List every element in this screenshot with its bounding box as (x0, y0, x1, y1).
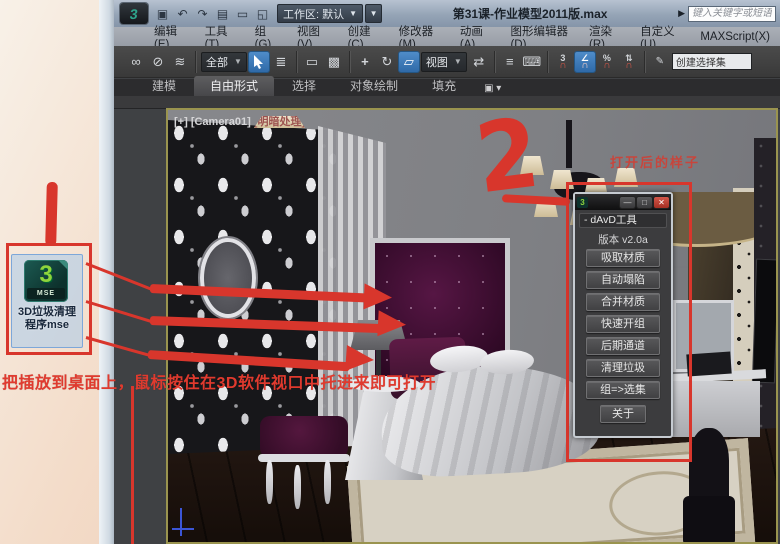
pick-material-button[interactable]: 吸取材质 (586, 249, 660, 267)
chandelier-stem (566, 120, 572, 168)
auto-collapse-button[interactable]: 自动塌陷 (586, 271, 660, 289)
annotation-arrow-head (363, 283, 393, 311)
bench-leg (294, 465, 301, 509)
davd-rollout-header[interactable]: - dAvD工具 (579, 213, 667, 228)
main-toolbar: ∞ ⊘ ≋ 全部 ▼ ≣ ▭ ▩ + ↻ ▱ 视图 ▼ ⇄ ≡ ⌨ 3 ∩ ∠ … (114, 46, 780, 78)
project-folder-icon[interactable]: ▤ (214, 5, 231, 22)
minimize-icon[interactable]: — (620, 196, 635, 208)
annotation-tip-text: 把插放到桌面上，鼠标按住在3D软件视口中托进来即可打开 (2, 375, 436, 392)
tab-modeling[interactable]: 建模 (136, 76, 192, 96)
annotation-stray-line (131, 386, 134, 544)
bench-leg (324, 460, 331, 504)
quick-open-group-button[interactable]: 快速开组 (586, 315, 660, 333)
rectangular-region-icon[interactable]: ▭ (302, 52, 322, 72)
screen: 3 MSE 3D垃圾清理 程序mse 3 ▣ ↶ ↷ ▤ ▭ ◱ 工作区: 默认… (0, 0, 780, 544)
about-button[interactable]: 关于 (600, 405, 646, 423)
search-input[interactable] (688, 5, 776, 22)
bench-rim (258, 454, 350, 462)
davd-tools-dialog[interactable]: 3 — □ ✕ - dAvD工具 版本 v2.0a 吸取材质 自动塌陷 合并材质… (573, 192, 673, 438)
snaps-toggle-icon[interactable]: 3 ∩ (553, 52, 573, 72)
oval-mirror (200, 238, 256, 318)
davd-dialog-body: - dAvD工具 版本 v2.0a 吸取材质 自动塌陷 合并材质 快速开组 后期… (575, 210, 671, 426)
maximize-icon[interactable]: □ (637, 196, 652, 208)
annotation-caption: 打开后的样子 (610, 155, 701, 170)
search-area: ▶ (678, 5, 776, 22)
bench-cushion (260, 416, 348, 458)
viewport-camera-label[interactable]: [Camera01] (191, 116, 251, 128)
tv-panel (752, 259, 776, 383)
chair-seat (683, 496, 735, 542)
annotation-step2-number: 2 (470, 96, 545, 216)
clean-garbage-button[interactable]: 清理垃圾 (586, 359, 660, 377)
workspace-dropdown[interactable]: 工作区: 默认 ▼ (277, 4, 364, 23)
undo-icon[interactable]: ↶ (174, 5, 191, 22)
laptop (686, 351, 732, 377)
search-expand-icon[interactable]: ▶ (678, 8, 685, 19)
named-selection-set-input[interactable] (671, 53, 752, 70)
open-file-icon[interactable]: ◱ (254, 5, 271, 22)
reference-coordinate-value: 视图 (425, 56, 448, 69)
select-manipulate-icon[interactable]: ≡ (500, 52, 520, 72)
viewport-shading-label[interactable]: [明暗处理] (253, 116, 306, 128)
close-icon[interactable]: ✕ (654, 196, 669, 208)
rotate-icon[interactable]: ↻ (377, 52, 397, 72)
select-link-icon[interactable]: ∞ (126, 52, 146, 72)
save-icon[interactable]: ▣ (154, 5, 171, 22)
percent-snap-icon[interactable]: % ∩ (597, 52, 617, 72)
bind-spacewarp-icon[interactable]: ≋ (170, 52, 190, 72)
menu-maxscript[interactable]: MAXScript(X) (690, 31, 780, 43)
davd-version-label: 版本 v2.0a (598, 234, 648, 246)
max-logo-button[interactable]: 3 (120, 3, 148, 24)
use-pivot-icon[interactable]: ⇄ (469, 52, 489, 72)
axis-gizmo (180, 508, 182, 536)
viewport-label[interactable]: [+] [Camera01] [明暗处理] (174, 113, 306, 129)
ribbon-tab-bar: 建模 自由形式 选择 对象绘制 填充 ▣ ▾ (114, 76, 780, 96)
chair-back (689, 428, 729, 500)
scale-icon[interactable]: ▱ (398, 51, 419, 72)
annotation-arrow-head (377, 310, 407, 338)
group-to-selection-button[interactable]: 组=>选集 (586, 381, 660, 399)
keyboard-override-icon[interactable]: ⌨ (522, 52, 542, 72)
move-icon[interactable]: + (355, 52, 375, 72)
redo-icon[interactable]: ↷ (194, 5, 211, 22)
davd-dialog-logo-icon: 3 (577, 196, 588, 208)
unlink-icon[interactable]: ⊘ (148, 52, 168, 72)
workspace-label: 工作区: 默认 (283, 8, 345, 21)
selection-filter-value: 全部 (206, 56, 228, 69)
select-by-name-icon[interactable]: ≣ (271, 52, 291, 72)
davd-dialog-titlebar[interactable]: 3 — □ ✕ (575, 194, 671, 210)
angle-snap-icon[interactable]: ∠ ∩ (574, 51, 595, 72)
tab-freeform[interactable]: 自由形式 (194, 76, 275, 96)
axis-gizmo (172, 528, 194, 530)
tab-populate[interactable]: 填充 (416, 76, 472, 96)
crossing-selection-icon[interactable]: ▩ (324, 52, 344, 72)
annotation-icon-box (6, 243, 92, 355)
new-scene-icon[interactable]: ▭ (234, 5, 251, 22)
ribbon-minimize-icon[interactable]: ▣ ▾ (484, 83, 501, 96)
tab-object-paint[interactable]: 对象绘制 (334, 76, 414, 96)
window-title: 第31课-作业模型2011版.max (452, 7, 608, 21)
quick-access-toolbar: ▣ ↶ ↷ ▤ ▭ ◱ (154, 5, 271, 22)
tab-selection[interactable]: 选择 (276, 76, 332, 96)
spinner-snap-icon[interactable]: ⇅ ∩ (619, 52, 639, 72)
menu-bar: 编辑(E) 工具(T) 组(G) 视图(V) 创建(C) 修改器(M) 动画(A… (114, 26, 780, 51)
post-channel-button[interactable]: 后期通道 (586, 337, 660, 355)
annotation-step1-stroke (45, 181, 58, 247)
bench-leg (266, 460, 273, 504)
workspace-expand-button[interactable]: ▼ (365, 4, 383, 23)
edit-named-selection-icon[interactable]: ✎ (650, 52, 670, 72)
reference-coordinate-dropdown[interactable]: 视图 ▼ (420, 51, 467, 72)
select-object-icon[interactable] (248, 51, 269, 72)
viewport-menu-plus[interactable]: [+] (174, 116, 188, 128)
merge-material-button[interactable]: 合并材质 (586, 293, 660, 311)
selection-filter-dropdown[interactable]: 全部 ▼ (201, 51, 247, 72)
